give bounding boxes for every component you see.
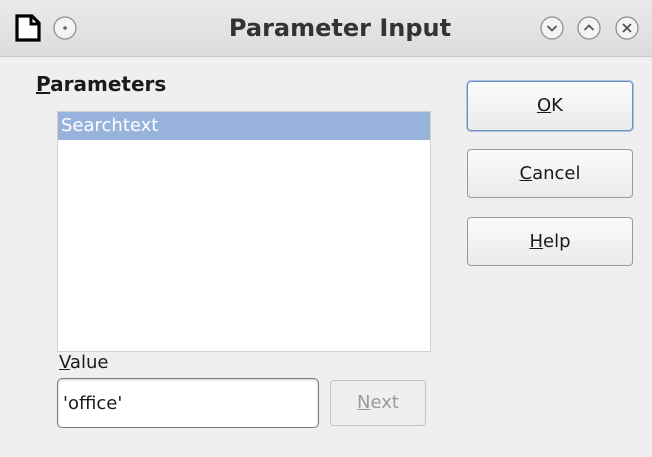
parameter-input-dialog: Parameter Input Parameters Searchtext Va…: [0, 0, 652, 457]
cancel-button[interactable]: Cancel: [467, 149, 633, 198]
value-label-rest: alue: [69, 352, 109, 373]
list-item-searchtext[interactable]: Searchtext: [58, 112, 430, 140]
parameters-label: Parameters: [36, 72, 166, 96]
window-menu-icon[interactable]: [52, 15, 78, 41]
parameters-list[interactable]: Searchtext: [57, 111, 431, 352]
cancel-label-rest: ancel: [532, 163, 581, 184]
close-icon[interactable]: [614, 15, 640, 41]
ok-label-rest: K: [551, 95, 563, 116]
next-label-rest: ext: [370, 392, 399, 413]
value-input[interactable]: [57, 378, 319, 428]
parameters-label-rest: arameters: [50, 72, 167, 96]
value-label: Value: [59, 352, 108, 373]
minimize-icon[interactable]: [539, 15, 565, 41]
ok-button[interactable]: OK: [467, 81, 633, 131]
help-button[interactable]: Help: [467, 217, 633, 266]
help-mnemonic: H: [529, 231, 544, 252]
maximize-icon[interactable]: [576, 15, 602, 41]
next-button[interactable]: Next: [330, 380, 426, 426]
cancel-mnemonic: C: [519, 163, 533, 184]
help-label-rest: elp: [543, 231, 571, 252]
title-bar: Parameter Input: [0, 0, 652, 57]
window-title: Parameter Input: [228, 14, 452, 42]
value-mnemonic: V: [59, 352, 70, 373]
parameters-mnemonic: P: [36, 72, 51, 96]
next-mnemonic: N: [357, 392, 371, 413]
ok-mnemonic: O: [537, 95, 552, 116]
document-icon[interactable]: [14, 14, 42, 42]
